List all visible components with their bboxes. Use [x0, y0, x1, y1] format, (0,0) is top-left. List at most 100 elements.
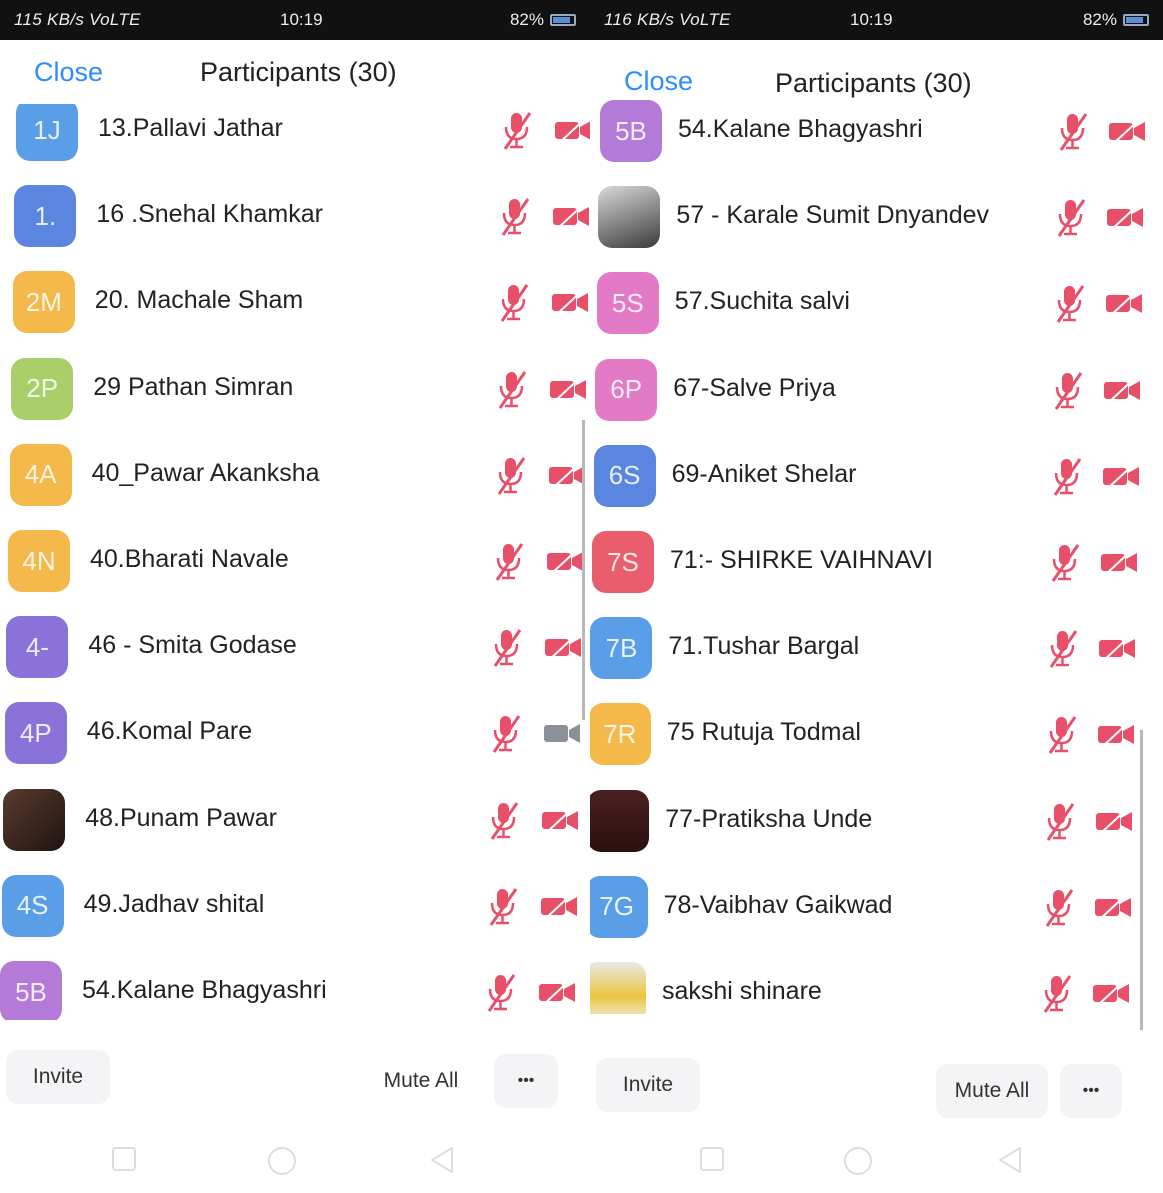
mute-all-button[interactable]: Mute All: [936, 1064, 1048, 1118]
avatar: 4-: [6, 616, 69, 679]
battery: 82%: [510, 10, 576, 30]
participant-row[interactable]: 7S 71:- SHIRKE VAIHNAVI: [590, 519, 1163, 605]
avatar: 5B: [600, 100, 662, 162]
invite-button[interactable]: Invite: [596, 1058, 700, 1112]
participant-row[interactable]: sakshi shinare: [590, 950, 1163, 1014]
mic-muted-icon[interactable]: [1056, 110, 1090, 152]
mic-muted-icon[interactable]: [490, 626, 524, 668]
video-off-icon[interactable]: [547, 460, 587, 490]
mic-muted-icon[interactable]: [487, 799, 521, 841]
video-off-icon[interactable]: [553, 115, 590, 145]
recents-icon[interactable]: [698, 1145, 726, 1173]
close-button[interactable]: Close: [34, 57, 103, 88]
participant-row[interactable]: 7R 75 Rutuja Todmal: [590, 691, 1163, 777]
battery-icon: [1123, 14, 1149, 26]
participant-row[interactable]: 4- 46 - Smita Godase: [0, 604, 590, 690]
participant-row[interactable]: 4S 49.Jadhav shital: [0, 863, 590, 949]
video-off-icon[interactable]: [1099, 547, 1139, 577]
mute-all-button[interactable]: Mute All: [366, 1054, 476, 1108]
mic-muted-icon[interactable]: [484, 971, 518, 1013]
video-off-icon[interactable]: [1105, 202, 1145, 232]
mic-muted-icon[interactable]: [1050, 455, 1084, 497]
participant-row[interactable]: 2M 20. Machale Sham: [0, 259, 590, 345]
video-icon[interactable]: [542, 718, 582, 748]
participant-row[interactable]: 4A 40_Pawar Akanksha: [0, 432, 590, 518]
participant-row[interactable]: 6P 67-Salve Priya: [590, 347, 1163, 433]
video-off-icon[interactable]: [550, 287, 590, 317]
video-off-icon[interactable]: [1101, 461, 1141, 491]
mic-muted-icon[interactable]: [1043, 800, 1077, 842]
avatar: 4N: [8, 530, 70, 592]
avatar: 5B: [0, 961, 62, 1020]
scrollbar[interactable]: [582, 420, 585, 720]
participant-row[interactable]: 6S 69-Aniket Shelar: [590, 433, 1163, 519]
mic-muted-icon[interactable]: [500, 109, 534, 151]
participant-row[interactable]: 7G 78-Vaibhav Gaikwad: [590, 864, 1163, 950]
video-off-icon[interactable]: [1094, 806, 1134, 836]
video-off-icon[interactable]: [1091, 978, 1131, 1008]
participant-row[interactable]: 4P 46.Komal Pare: [0, 690, 590, 776]
avatar-photo: [590, 789, 650, 852]
participant-list[interactable]: 1J 13.Pallavi Jathar 1. 16 .Snehal Khamkar 2…: [0, 104, 590, 1020]
mic-muted-icon[interactable]: [1053, 282, 1087, 324]
video-off-icon[interactable]: [539, 891, 579, 921]
video-off-icon[interactable]: [1093, 892, 1133, 922]
back-icon[interactable]: [428, 1145, 456, 1175]
participant-row[interactable]: 5S 57.Suchita salvi: [590, 260, 1163, 346]
participant-row[interactable]: 5B 54.Kalane Bhagyashri: [590, 98, 1163, 174]
mic-muted-icon[interactable]: [1054, 196, 1088, 238]
avatar: 7R: [590, 703, 651, 766]
video-off-icon[interactable]: [548, 374, 588, 404]
participant-list[interactable]: 5B 54.Kalane Bhagyashri 57 - Karale Sumit …: [590, 98, 1163, 1014]
participant-name: 49.Jadhav shital: [83, 889, 265, 918]
participant-name: 48.Punam Pawar: [85, 803, 277, 832]
participant-row[interactable]: 5B 54.Kalane Bhagyashri: [0, 949, 590, 1020]
mic-muted-icon[interactable]: [1046, 627, 1080, 669]
scrollbar[interactable]: [1140, 730, 1143, 1030]
video-off-icon[interactable]: [1097, 633, 1137, 663]
participant-row[interactable]: 2P 29 Pathan Simran: [0, 346, 590, 432]
mic-muted-icon[interactable]: [1045, 713, 1079, 755]
invite-button[interactable]: Invite: [6, 1050, 110, 1104]
mic-muted-icon[interactable]: [492, 540, 526, 582]
participant-row[interactable]: 1J 13.Pallavi Jathar: [0, 104, 590, 173]
mic-muted-icon[interactable]: [486, 885, 520, 927]
participant-row[interactable]: 1. 16 .Snehal Khamkar: [0, 173, 590, 259]
mic-muted-icon[interactable]: [494, 454, 528, 496]
mic-muted-icon[interactable]: [1048, 541, 1082, 583]
video-off-icon[interactable]: [1096, 719, 1136, 749]
back-icon[interactable]: [996, 1145, 1024, 1175]
more-button[interactable]: •••: [1060, 1064, 1122, 1118]
video-off-icon[interactable]: [545, 546, 585, 576]
video-off-icon[interactable]: [1102, 375, 1142, 405]
video-off-icon[interactable]: [537, 977, 577, 1007]
system-nav-bar: [0, 1130, 590, 1190]
close-button[interactable]: Close: [624, 66, 693, 97]
participant-row[interactable]: 4N 40.Bharati Navale: [0, 518, 590, 604]
mic-muted-icon[interactable]: [497, 281, 531, 323]
participant-row[interactable]: 48.Punam Pawar: [0, 777, 590, 863]
mic-muted-icon[interactable]: [1040, 972, 1074, 1014]
mic-muted-icon[interactable]: [489, 712, 523, 754]
home-icon[interactable]: [842, 1145, 874, 1177]
recents-icon[interactable]: [110, 1145, 138, 1173]
video-off-icon[interactable]: [1104, 288, 1144, 318]
participant-name: 57 - Karale Sumit Dnyandev: [676, 201, 990, 230]
participant-name: 77-Pratiksha Unde: [665, 804, 873, 833]
video-off-icon[interactable]: [540, 805, 580, 835]
home-icon[interactable]: [266, 1145, 298, 1177]
mic-muted-icon[interactable]: [498, 195, 532, 237]
video-off-icon[interactable]: [551, 201, 590, 231]
mic-muted-icon[interactable]: [1042, 886, 1076, 928]
avatar: 5S: [596, 272, 659, 335]
mic-muted-icon[interactable]: [495, 368, 529, 410]
participant-row[interactable]: 77-Pratiksha Unde: [590, 778, 1163, 864]
more-button[interactable]: •••: [494, 1054, 558, 1108]
battery-icon: [550, 14, 576, 26]
participant-row[interactable]: 7B 71.Tushar Bargal: [590, 605, 1163, 691]
participant-row[interactable]: 57 - Karale Sumit Dnyandev: [590, 174, 1163, 260]
mic-muted-icon[interactable]: [1051, 369, 1085, 411]
video-off-icon[interactable]: [1107, 116, 1147, 146]
page-title: Participants (30): [775, 68, 972, 98]
video-off-icon[interactable]: [543, 632, 583, 662]
